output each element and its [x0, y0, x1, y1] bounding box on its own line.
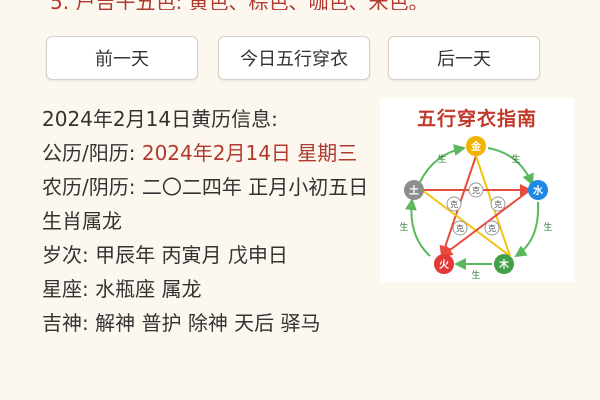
day-navigation: 前一天 今日五行穿衣 后一天: [46, 36, 542, 80]
sheng-label: 生: [543, 221, 552, 233]
lunar-label: 农历/阴历:: [42, 175, 136, 199]
sheng-arrow-metal-water: [487, 147, 534, 186]
sheng-arrow-earth-metal: [419, 144, 466, 183]
lunar-date-row: 农历/阴历: 二〇二四年 正月小初五日 生肖属龙: [42, 170, 372, 238]
ke-label: 克: [494, 200, 502, 209]
guide-title: 五行穿衣指南: [416, 108, 537, 130]
wood-label: 木: [498, 258, 510, 271]
prev-day-button[interactable]: 前一天: [46, 36, 198, 80]
sheng-label: 生: [511, 153, 520, 165]
top-strip: 5. 户吉午五色: 黄色、棕色、咖色、米色。: [0, 0, 600, 10]
suici-label: 岁次:: [42, 243, 89, 267]
sheng-arrow-water-wood: [514, 201, 540, 258]
sheng-cycle: [404, 144, 540, 270]
ke-label: 克: [472, 186, 480, 195]
suici-row: 岁次: 甲辰年 丙寅月 戊申日: [42, 238, 372, 272]
sheng-arrow-fire-earth: [404, 198, 431, 257]
metal-label: 金: [470, 140, 482, 153]
sheng-label: 生: [437, 153, 446, 165]
next-day-button[interactable]: 后一天: [388, 36, 540, 80]
almanac-info: 2024年2月14日黄历信息: 公历/阳历: 2024年2月14日 星期三 农历…: [42, 102, 372, 340]
wuxing-guide-image[interactable]: 五行穿衣指南 克 克 克 克 克 生 生 生 生 生 金 水 土 木 火: [380, 98, 574, 282]
top-strip-text: 5. 户吉午五色: 黄色、棕色、咖色、米色。: [50, 0, 429, 10]
ke-star: [421, 155, 532, 258]
solar-label: 公历/阳历:: [42, 141, 136, 165]
jishen-value: 解神 普护 除神 天后 驿马: [95, 311, 321, 335]
sheng-label: 生: [399, 221, 408, 233]
jishen-row: 吉神: 解神 普护 除神 天后 驿马: [42, 306, 372, 340]
sheng-label: 生: [471, 269, 480, 281]
wuxing-diagram: 克 克 克 克 克 生 生 生 生 生 金 水 土 木 火: [399, 136, 553, 281]
jishen-label: 吉神:: [42, 311, 89, 335]
ke-label: 克: [456, 224, 464, 233]
earth-label: 土: [409, 184, 419, 197]
almanac-heading: 2024年2月14日黄历信息:: [42, 107, 278, 131]
suici-value: 甲辰年 丙寅月 戊申日: [95, 243, 288, 267]
xingzuo-value: 水瓶座 属龙: [95, 277, 202, 301]
fire-label: 火: [439, 259, 450, 271]
today-wuxing-button[interactable]: 今日五行穿衣: [218, 36, 370, 80]
water-label: 水: [532, 184, 544, 197]
solar-date-row: 公历/阳历: 2024年2月14日 星期三: [42, 136, 372, 170]
xingzuo-row: 星座: 水瓶座 属龙: [42, 272, 372, 306]
solar-value: 2024年2月14日 星期三: [141, 141, 358, 165]
xingzuo-label: 星座:: [42, 277, 89, 301]
ke-label: 克: [450, 200, 458, 209]
ke-label: 克: [488, 224, 496, 233]
